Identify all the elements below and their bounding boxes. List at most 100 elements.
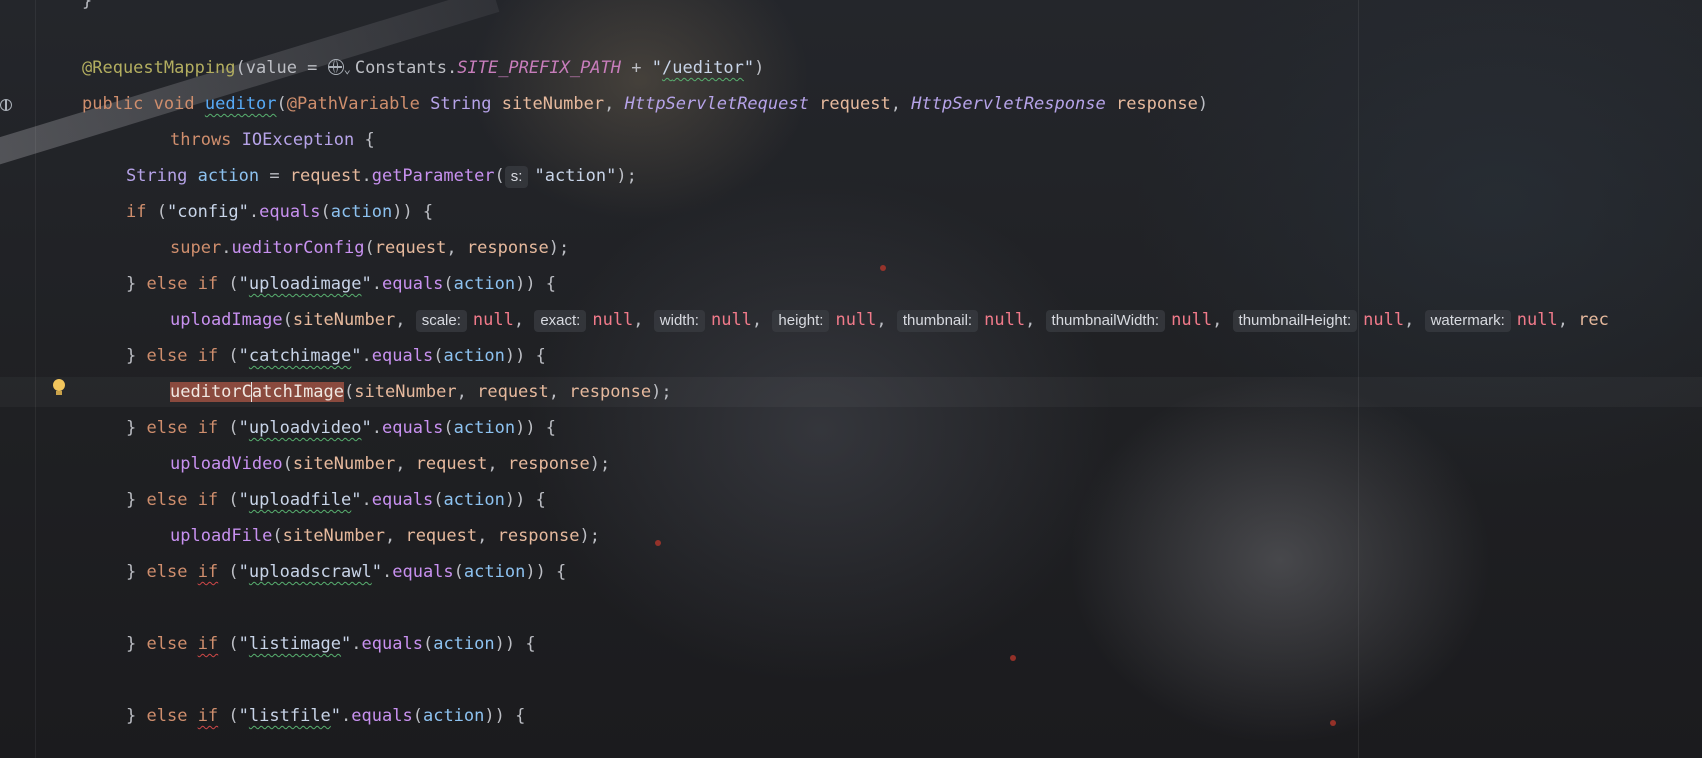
variable-token: action xyxy=(453,274,516,294)
code-line[interactable]: } else if ("uploadimage".equals(action))… xyxy=(126,269,556,299)
code-line[interactable]: uploadFile(siteNumber, request, response… xyxy=(170,521,600,551)
parameter-hint: thumbnail: xyxy=(896,310,979,332)
code-line[interactable]: public void ueditor(@PathVariable String… xyxy=(82,89,1208,119)
code-token: ( xyxy=(218,706,239,726)
constant-token: SITE_PREFIX_PATH xyxy=(457,58,622,78)
param-token: siteNumber xyxy=(292,454,396,474)
code-line[interactable]: uploadVideo(siteNumber, request, respons… xyxy=(170,449,610,479)
code-editor[interactable]: } @RequestMapping(value = ⌄ Constants.SIT… xyxy=(0,0,1702,758)
string-token: uploadscrawl xyxy=(248,562,372,582)
string-token: listfile xyxy=(248,706,331,726)
code-line[interactable]: } else if ("listimage".equals(action)) { xyxy=(126,629,536,659)
code-line[interactable]: uploadImage(siteNumber, scale: null, exac… xyxy=(170,305,1609,335)
code-token: } xyxy=(126,346,147,366)
code-token: , xyxy=(395,310,416,330)
type-token: String xyxy=(430,94,492,114)
string-token: " xyxy=(330,706,342,726)
code-token: = xyxy=(259,166,290,186)
code-token: . xyxy=(361,166,372,186)
param-token: request xyxy=(819,94,891,114)
string-token: / xyxy=(661,58,673,78)
keyword-token: else xyxy=(146,706,188,726)
method-call-token: equals xyxy=(382,274,444,294)
parameter-hint: thumbnailWidth: xyxy=(1045,310,1166,332)
code-token: ( xyxy=(433,490,444,510)
code-token: ) xyxy=(1197,94,1209,114)
code-line[interactable]: } else if ("listfile".equals(action)) { xyxy=(126,701,525,731)
variable-token: action xyxy=(197,166,260,186)
code-token: ); xyxy=(589,454,611,474)
code-token: } xyxy=(126,706,147,726)
code-token: . xyxy=(371,274,382,294)
code-line[interactable]: ueditorCatchImage(siteNumber, request, r… xyxy=(170,377,672,407)
string-token: "action" xyxy=(534,166,617,186)
method-call-token: equals xyxy=(371,490,434,510)
string-token: uploadimage xyxy=(248,274,362,294)
method-call-token: ueditorConfig xyxy=(231,238,365,258)
code-token: ) xyxy=(754,58,765,78)
lightbulb-intention-icon[interactable] xyxy=(52,379,66,395)
method-call-token: equals xyxy=(351,706,413,726)
parameter-hint: scale: xyxy=(415,310,467,332)
code-token: ); xyxy=(579,526,600,546)
code-token: ( xyxy=(218,562,239,582)
string-token: " xyxy=(238,346,249,366)
selected-identifier[interactable]: atchImage xyxy=(251,382,345,402)
code-token: (value = xyxy=(235,58,328,78)
code-token: { xyxy=(354,130,375,150)
method-call-token: equals xyxy=(382,418,444,438)
code-token: , xyxy=(456,382,478,402)
code-line[interactable]: throws IOException { xyxy=(170,125,375,155)
string-token: " xyxy=(651,58,662,78)
code-token: , xyxy=(446,238,467,258)
string-token: ueditor xyxy=(672,58,744,78)
code-line[interactable]: if ("config".equals(action)) { xyxy=(126,197,433,227)
code-line[interactable]: super.ueditorConfig(request, response); xyxy=(170,233,569,263)
keyword-token: if xyxy=(197,634,219,654)
code-token: ( xyxy=(218,274,239,294)
variable-token: action xyxy=(330,202,393,222)
endpoint-globe-icon[interactable] xyxy=(0,99,12,111)
keyword-token: else xyxy=(146,418,188,438)
code-line[interactable]: String action = request.getParameter(s: "… xyxy=(126,161,637,191)
code-token: ( xyxy=(218,346,239,366)
string-token: " xyxy=(351,490,362,510)
code-line[interactable]: } xyxy=(82,0,92,16)
keyword-token: else xyxy=(146,274,188,294)
string-token: " xyxy=(238,490,249,510)
keyword-token: else xyxy=(146,346,188,366)
code-line[interactable]: } else if ("uploadvideo".equals(action))… xyxy=(126,413,556,443)
code-line[interactable]: @RequestMapping(value = ⌄ Constants.SITE_… xyxy=(82,53,764,83)
code-token: )) { xyxy=(504,490,546,510)
background-art-spark xyxy=(1010,655,1016,661)
code-token: ( xyxy=(364,238,375,258)
code-token: )) { xyxy=(525,562,567,582)
code-token: ( xyxy=(272,526,283,546)
param-token: response xyxy=(569,382,652,402)
code-line[interactable]: } else if ("uploadscrawl".equals(action)… xyxy=(126,557,566,587)
method-name-token: ueditor xyxy=(204,94,277,114)
string-token: " xyxy=(238,634,249,654)
code-token: + xyxy=(621,58,652,78)
chevron-down-icon[interactable]: ⌄ xyxy=(344,62,351,76)
code-token: ( xyxy=(344,382,355,402)
code-token: , xyxy=(890,94,912,114)
code-line[interactable]: } else if ("catchimage".equals(action)) … xyxy=(126,341,546,371)
param-token: siteNumber xyxy=(354,382,457,402)
code-token: . xyxy=(371,418,382,438)
code-token: ( xyxy=(320,202,331,222)
code-line[interactable]: } else if ("uploadfile".equals(action)) … xyxy=(126,485,546,515)
code-token: )) { xyxy=(484,706,526,726)
code-token: Constants. xyxy=(354,58,458,78)
keyword-token: else xyxy=(146,490,188,510)
keyword-token: if xyxy=(197,562,219,582)
code-token: ( xyxy=(282,454,293,474)
keyword-token: if xyxy=(197,346,219,366)
keyword-token: throws xyxy=(170,130,232,150)
param-token: response xyxy=(507,454,590,474)
globe-icon[interactable] xyxy=(327,59,344,75)
variable-token: action xyxy=(443,490,505,510)
selected-identifier[interactable]: ueditorC xyxy=(170,382,252,402)
keyword-token: void xyxy=(153,94,195,114)
parameter-hint: thumbnailHeight: xyxy=(1232,310,1358,332)
